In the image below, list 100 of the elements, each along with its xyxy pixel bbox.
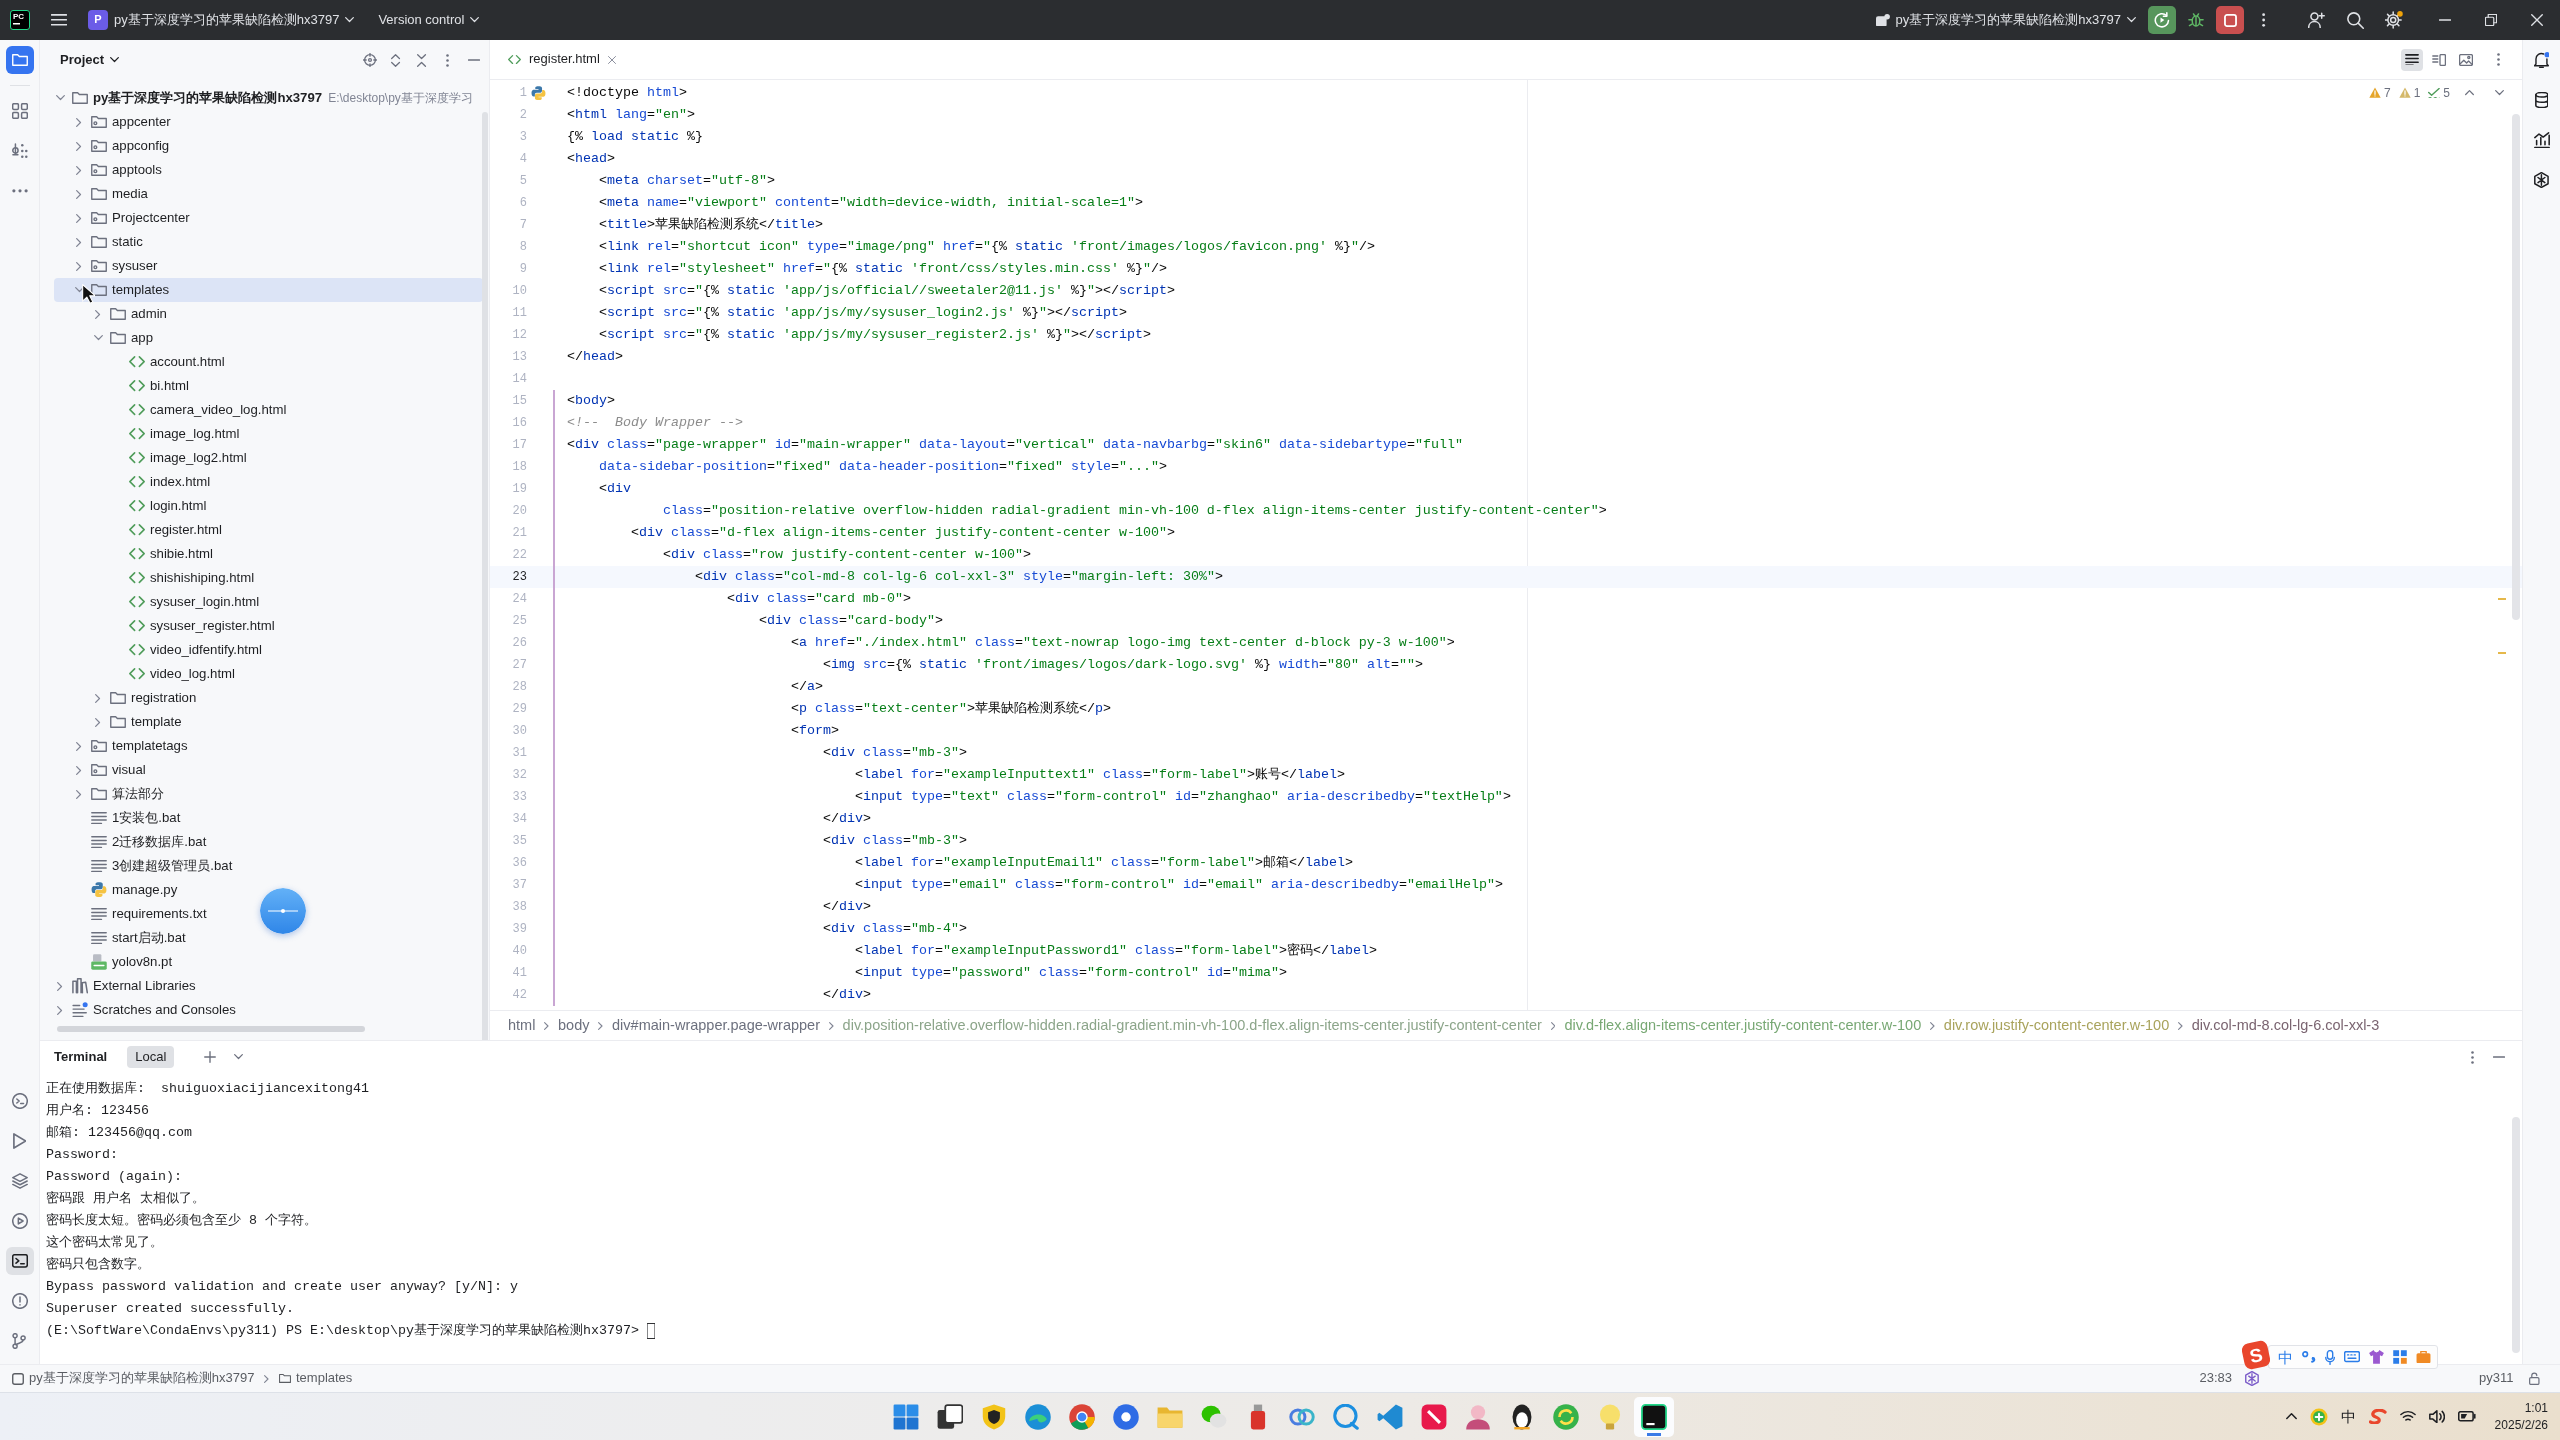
tree-item[interactable]: image_log.html [111, 422, 246, 446]
battery-icon[interactable] [2457, 1411, 2476, 1422]
tree-item[interactable]: video_idfentify.html [111, 638, 268, 662]
input-mode[interactable]: 中 [2278, 1349, 2293, 1365]
tree-item[interactable]: appconfig [73, 134, 176, 158]
tree-item[interactable]: video_log.html [111, 662, 242, 686]
tree-item[interactable]: admin [92, 302, 173, 326]
tree-item[interactable]: login.html [111, 494, 213, 518]
rerun-button[interactable] [2148, 6, 2176, 34]
line-number: 28 [511, 679, 527, 695]
code-text: </head> [567, 348, 623, 366]
code-text: <input type="password" class="form-control" id="mima"> [854, 964, 1287, 982]
tree-item[interactable]: app [92, 326, 159, 350]
more-icon [446, 53, 450, 67]
scrollbar[interactable] [57, 1026, 365, 1032]
interpreter-selector[interactable]: py311 [2478, 1370, 2514, 1387]
logo-tile-icon [1641, 1403, 1667, 1430]
status-path-item[interactable]: templates [277, 1367, 355, 1390]
breadcrumb-item[interactable]: html [508, 1016, 536, 1035]
folder-icon [72, 92, 88, 104]
scrollbar[interactable] [2512, 1117, 2520, 1353]
toolbox-icon[interactable] [2416, 1350, 2432, 1364]
tree-item[interactable]: registration [92, 686, 203, 710]
clock-date[interactable]: 2025/2/26 [2494, 1416, 2548, 1433]
close-icon[interactable] [607, 55, 616, 64]
tree-item[interactable]: camera_video_log.html [111, 398, 293, 422]
tree-item[interactable]: sysuser_login.html [111, 590, 266, 614]
tree-item[interactable]: 算法部分 [73, 782, 170, 806]
tree-item[interactable]: templatetags [73, 734, 194, 758]
hexagon-knot-icon[interactable] [2245, 1371, 2259, 1386]
app-tile-icon [1421, 1403, 1447, 1430]
punctuation-icon[interactable] [2302, 1351, 2316, 1363]
plus-circle-icon[interactable] [2309, 1407, 2328, 1426]
scrollbar[interactable] [2512, 114, 2520, 620]
shirt-icon[interactable] [2369, 1350, 2385, 1364]
swoosh-icon[interactable] [2368, 1408, 2387, 1425]
tree-item[interactable]: manage.py [73, 878, 184, 902]
more-icon [11, 189, 28, 193]
tree-item[interactable]: visual [73, 758, 152, 782]
code-brackets-icon [129, 668, 145, 680]
tool-window-button[interactable] [5, 1247, 34, 1275]
tree-item[interactable]: requirements.txt [73, 902, 213, 926]
tree-item[interactable]: Projectcenter [73, 206, 196, 230]
tree-item[interactable]: 3创建超级管理员.bat [73, 854, 239, 878]
editor-tab[interactable]: register.html [498, 40, 622, 79]
grid-icon[interactable] [2393, 1350, 2408, 1364]
tree-item[interactable]: shishishiping.html [111, 566, 261, 590]
view-selector-menu[interactable]: Project [54, 46, 126, 74]
terminal-line: (E:\SoftWare\CondaEnvs\py311) PS E:\desktop\py基于深度学习的苹果缺陷检测hx3797> [46, 1322, 639, 1340]
workspace-menu[interactable]: P py基于深度学习的苹果缺陷检测hx3797 [82, 6, 361, 34]
tree-item[interactable]: Scratches and Consoles [54, 998, 242, 1022]
tree-item[interactable]: media [73, 182, 154, 206]
more-icon [2262, 13, 2266, 27]
chevron-up-icon[interactable] [2285, 1413, 2297, 1420]
tree-item[interactable]: py基于深度学习的苹果缺陷检测hx3797 E:\desktop\py基于深度学习 [54, 86, 479, 110]
tree-item[interactable]: register.html [111, 518, 228, 542]
taskbar-button[interactable] [1634, 1396, 1674, 1437]
tree-item[interactable]: shibie.html [111, 542, 220, 566]
tree-item[interactable]: apptools [73, 158, 168, 182]
keyboard-icon[interactable] [2344, 1351, 2361, 1363]
floating-ball-icon[interactable] [260, 888, 306, 934]
folder-icon [110, 308, 126, 320]
status-path-item[interactable]: py基于深度学习的苹果缺陷检测hx3797 [10, 1367, 257, 1390]
breadcrumb-item[interactable]: body [558, 1016, 590, 1035]
tree-item[interactable]: sysuser_register.html [111, 614, 281, 638]
input-indicator[interactable]: 中 [2340, 1409, 2356, 1424]
stop-button[interactable] [2216, 6, 2244, 34]
lock-icon[interactable] [2529, 1372, 2540, 1385]
tree-item[interactable]: bi.html [111, 374, 195, 398]
expand-icon [391, 53, 401, 67]
tree-item[interactable]: yolov8n.pt [73, 950, 179, 974]
view-mode-button[interactable] [2401, 48, 2423, 71]
speaker-icon[interactable] [2428, 1409, 2445, 1424]
breadcrumb-item[interactable]: div#main-wrapper.page-wrapper [612, 1016, 820, 1035]
folder-icon [11, 54, 28, 66]
tree-item[interactable]: External Libraries [54, 974, 202, 998]
vcs-menu[interactable]: Version control [372, 6, 486, 34]
chevron-icon [1930, 1021, 1935, 1030]
mic-icon[interactable] [2325, 1349, 2336, 1365]
tree-item[interactable]: appcenter [73, 110, 177, 134]
scrollbar[interactable] [482, 112, 488, 1040]
run-config-menu[interactable]: py基于深度学习的苹果缺陷检测hx3797 [1869, 6, 2142, 34]
caret-position[interactable]: 23:83 [2199, 1370, 2233, 1387]
tree-item[interactable]: image_log2.html [111, 446, 253, 470]
tree-item[interactable]: static [73, 230, 149, 254]
tree-item[interactable]: account.html [111, 350, 231, 374]
python-file-icon [91, 882, 107, 898]
line-number: 32 [511, 767, 527, 783]
tree-item[interactable]: templates [54, 278, 483, 302]
tree-item[interactable]: index.html [111, 470, 217, 494]
tree-item[interactable]: sysuser [73, 254, 164, 278]
breadcrumb-item[interactable]: div.col-md-8.col-lg-6.col-xxl-3 [2191, 1016, 2380, 1035]
tree-item[interactable]: template [92, 710, 188, 734]
tree-item[interactable]: 2迁移数据库.bat [73, 830, 213, 854]
wifi-icon[interactable] [2399, 1410, 2416, 1423]
tree-item[interactable]: start启动.bat [73, 926, 192, 950]
clock-time[interactable]: 1:01 [2524, 1400, 2548, 1417]
terminal-tab[interactable]: Local [127, 1046, 175, 1068]
tree-item[interactable]: 1安装包.bat [73, 806, 187, 830]
line-number: 31 [511, 745, 527, 761]
